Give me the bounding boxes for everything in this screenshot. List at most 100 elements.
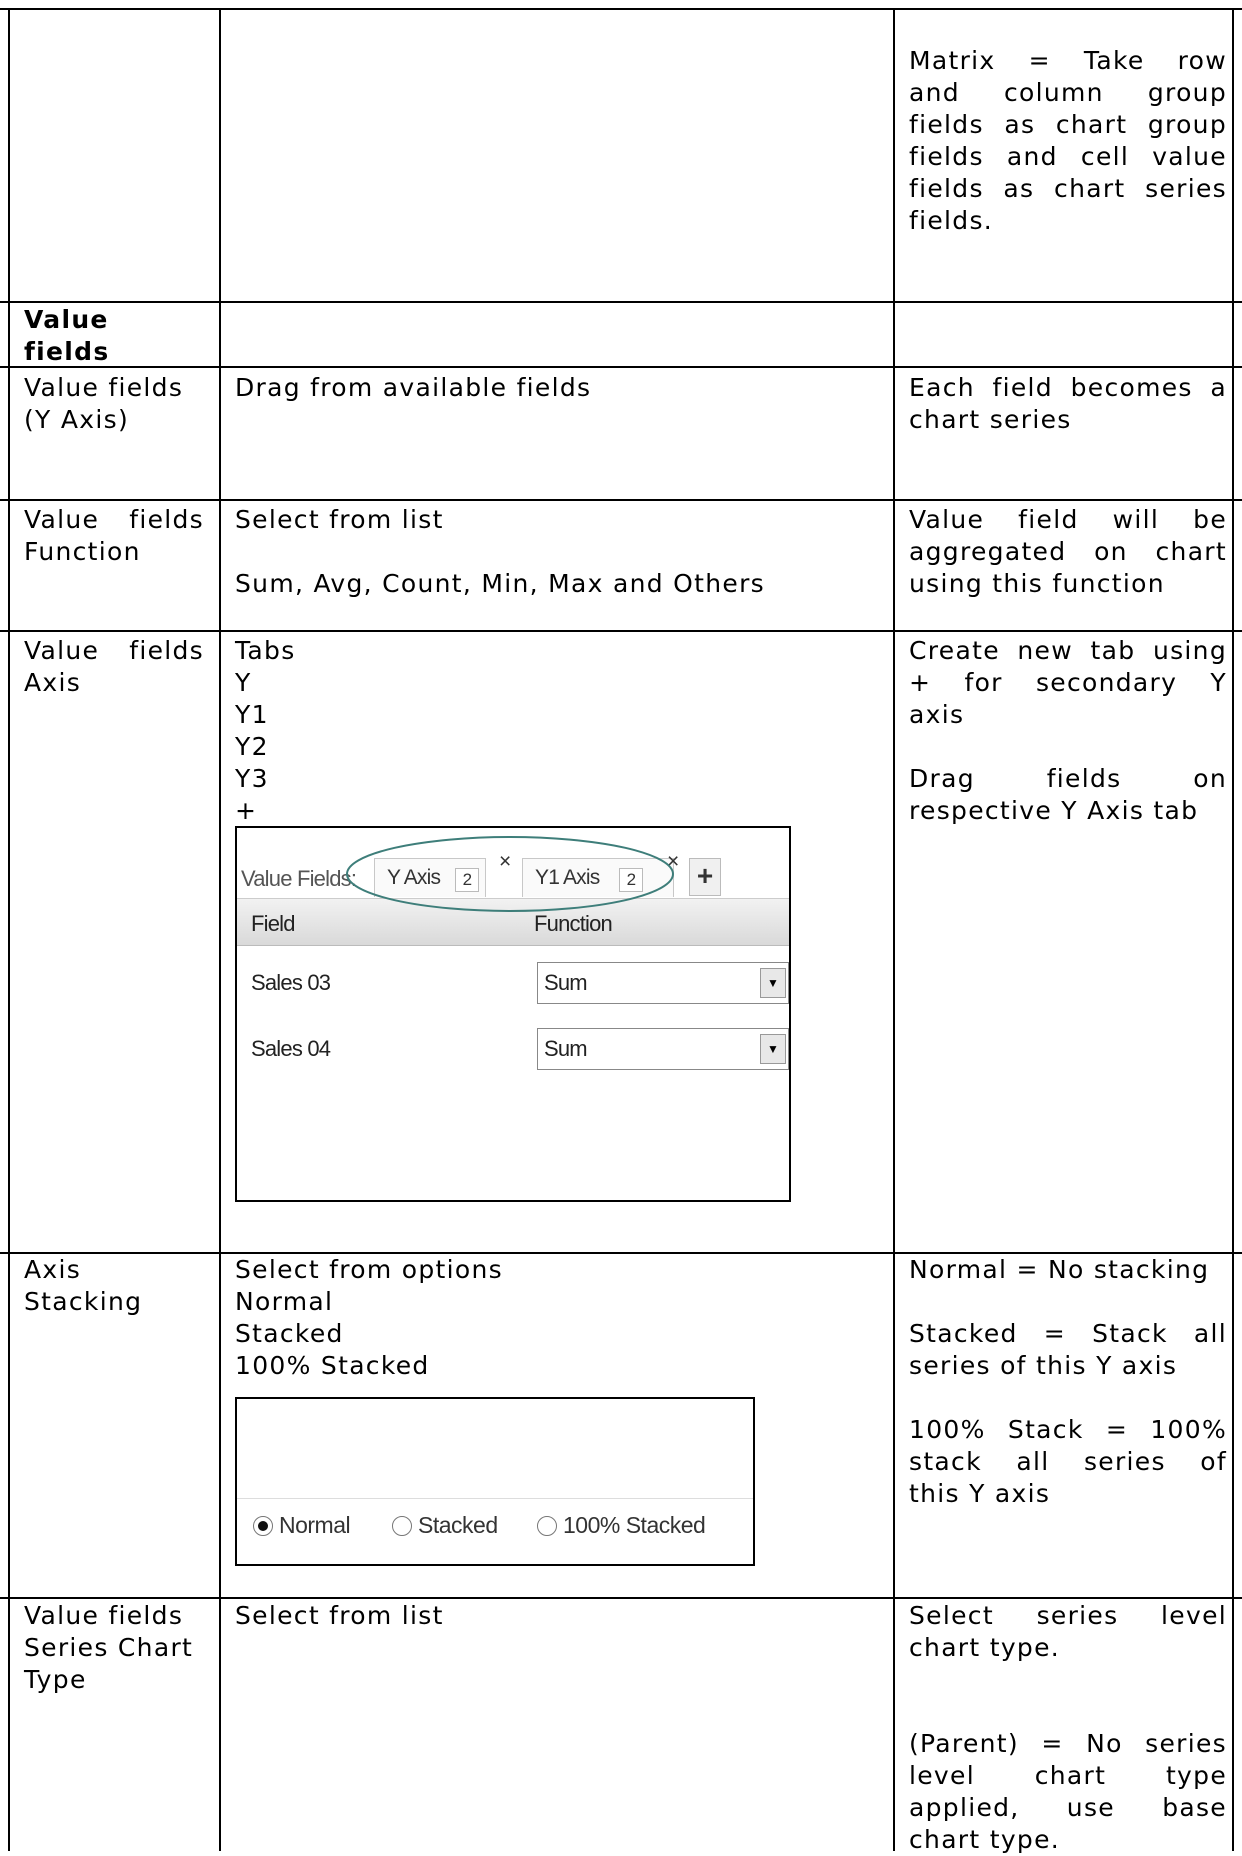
text-line: Drag from available fields <box>235 373 592 402</box>
text-line: Value fields <box>24 636 204 665</box>
text-line: fields as chart series <box>909 174 1227 203</box>
matrix-description: Matrix = Take row and column group field… <box>909 45 1227 237</box>
select-value: Sum <box>544 970 588 995</box>
column-divider <box>219 8 221 1851</box>
heading-line: Value <box>24 305 109 334</box>
y-axis-setting: Drag from available fields <box>235 372 885 404</box>
text-line: Series Chart <box>24 1633 194 1662</box>
stacking-label: Axis Stacking <box>24 1254 214 1318</box>
table-top-border <box>0 8 1242 10</box>
text-line: fields as chart group <box>909 110 1227 139</box>
text-line: Y1 <box>235 700 269 729</box>
text-line: respective Y Axis tab <box>909 796 1199 825</box>
function-select[interactable]: Sum ▼ <box>537 962 789 1004</box>
text-line: aggregated on chart <box>909 537 1227 566</box>
text-line: Function <box>24 537 141 566</box>
divider <box>237 1498 753 1499</box>
axis-description: Create new tab using + for secondary Y a… <box>909 635 1227 827</box>
section-heading: Value fields <box>24 304 214 368</box>
y-axis-label: Value fields (Y Axis) <box>24 372 214 436</box>
text-line: Create new tab using <box>909 636 1227 665</box>
text-line: Value fields <box>24 505 204 534</box>
table-left-border <box>8 8 10 1851</box>
document-table: Matrix = Take row and column group field… <box>0 0 1242 1854</box>
text-line: Select from list <box>235 1601 444 1630</box>
heading-line: fields <box>24 337 110 366</box>
text-line: Select from options <box>235 1255 503 1284</box>
text-line: Value fields <box>24 1601 184 1630</box>
text-line: Stacked <box>235 1319 344 1348</box>
text-line: using this function <box>909 569 1165 598</box>
text-line: Stacked = Stack all <box>909 1319 1227 1348</box>
radio-normal[interactable] <box>253 1516 273 1536</box>
axis-setting: Tabs Y Y1 Y2 Y3 + <box>235 635 885 827</box>
text-line: 100% Stacked <box>235 1351 430 1380</box>
radio-stacked[interactable] <box>392 1516 412 1536</box>
table-right-border <box>1232 8 1234 1851</box>
field-name: Sales 03 <box>251 970 331 995</box>
text-line: series of this Y axis <box>909 1351 1178 1380</box>
text-line: Drag fields on <box>909 764 1227 793</box>
text-line: Y3 <box>235 764 269 793</box>
text-line: Type <box>24 1665 87 1694</box>
function-description: Value field will be aggregated on chart … <box>909 504 1227 600</box>
text-line: Normal = No stacking <box>909 1255 1210 1284</box>
series-type-description: Select series level chart type. (Parent)… <box>909 1600 1227 1856</box>
radio-label: 100% Stacked <box>563 1512 706 1538</box>
text-line: axis <box>909 700 965 729</box>
text-line: this Y axis <box>909 1479 1051 1508</box>
chevron-down-icon[interactable]: ▼ <box>760 1034 786 1064</box>
row-divider <box>0 301 1242 303</box>
text-line: Each field becomes a <box>909 373 1227 402</box>
chevron-down-icon[interactable]: ▼ <box>760 968 786 998</box>
text-line: Select from list <box>235 505 444 534</box>
text-line: Normal <box>235 1287 334 1316</box>
text-line: 100% Stack = 100% <box>909 1415 1227 1444</box>
stacking-description: Normal = No stacking Stacked = Stack all… <box>909 1254 1227 1510</box>
text-line: Sum, Avg, Count, Min, Max and Others <box>235 569 765 598</box>
text-line: chart series <box>909 405 1072 434</box>
text-line: Value fields <box>24 373 184 402</box>
function-label: Value fields Function <box>24 504 204 568</box>
text-line: stack all series of <box>909 1447 1227 1476</box>
text-line: applied, use base <box>909 1793 1227 1822</box>
text-line: and column group <box>909 78 1227 107</box>
column-divider <box>893 8 895 1851</box>
value-fields-panel-screenshot: Value Fields: Y Axis 2 × Y1 Axis 2 × + F… <box>235 826 791 1202</box>
text-line: Tabs <box>235 636 296 665</box>
text-line: Axis <box>24 1255 82 1284</box>
text-line: Stacking <box>24 1287 143 1316</box>
text-line: Matrix = Take row <box>909 46 1227 75</box>
text-line: Select series level <box>909 1601 1227 1630</box>
text-line: Axis <box>24 668 82 697</box>
axis-label: Value fields Axis <box>24 635 204 699</box>
stacking-setting: Select from options Normal Stacked 100% … <box>235 1254 885 1382</box>
select-value: Sum <box>544 1036 588 1061</box>
text-line: fields. <box>909 206 994 235</box>
y-axis-description: Each field becomes a chart series <box>909 372 1227 436</box>
text-line: (Parent) = No series <box>909 1729 1227 1758</box>
series-type-setting: Select from list <box>235 1600 885 1632</box>
text-line: chart type. <box>909 1825 1061 1854</box>
row-divider <box>0 1597 1242 1599</box>
radio-label: Stacked <box>418 1512 498 1538</box>
row-divider <box>0 630 1242 632</box>
series-type-label: Value fields Series Chart Type <box>24 1600 214 1696</box>
radio-label: Normal <box>279 1512 351 1538</box>
stacking-options-screenshot: Normal Stacked 100% Stacked <box>235 1397 755 1566</box>
text-line: Y2 <box>235 732 269 761</box>
text-line: + <box>235 796 258 825</box>
field-name: Sales 04 <box>251 1036 331 1061</box>
radio-100-stacked[interactable] <box>537 1516 557 1536</box>
text-line: + for secondary Y <box>909 668 1227 697</box>
text-line: (Y Axis) <box>24 405 129 434</box>
text-line: level chart type <box>909 1761 1227 1790</box>
function-select[interactable]: Sum ▼ <box>537 1028 789 1070</box>
text-line: Y <box>235 668 252 697</box>
row-divider <box>0 499 1242 501</box>
text-line: chart type. <box>909 1633 1061 1662</box>
text-line: fields and cell value <box>909 142 1227 171</box>
function-setting: Select from list Sum, Avg, Count, Min, M… <box>235 504 885 600</box>
highlight-ellipse <box>346 836 674 912</box>
text-line: Value field will be <box>909 505 1227 534</box>
